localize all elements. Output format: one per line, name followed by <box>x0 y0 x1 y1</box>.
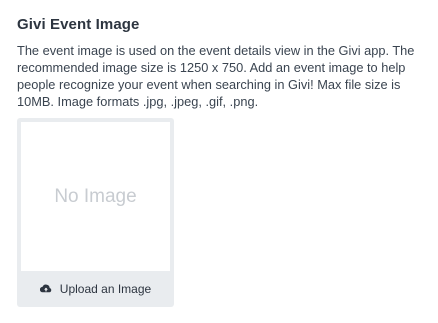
section-title: Givi Event Image <box>17 16 140 33</box>
upload-image-button[interactable]: Upload an Image <box>17 271 174 307</box>
image-preview[interactable]: No Image <box>21 122 170 271</box>
upload-image-label: Upload an Image <box>59 282 152 296</box>
section-description: The event image is used on the event det… <box>17 43 415 109</box>
event-image-card: No Image Upload an Image <box>17 118 174 307</box>
no-image-placeholder: No Image <box>54 185 137 207</box>
cloud-upload-icon <box>39 284 51 293</box>
